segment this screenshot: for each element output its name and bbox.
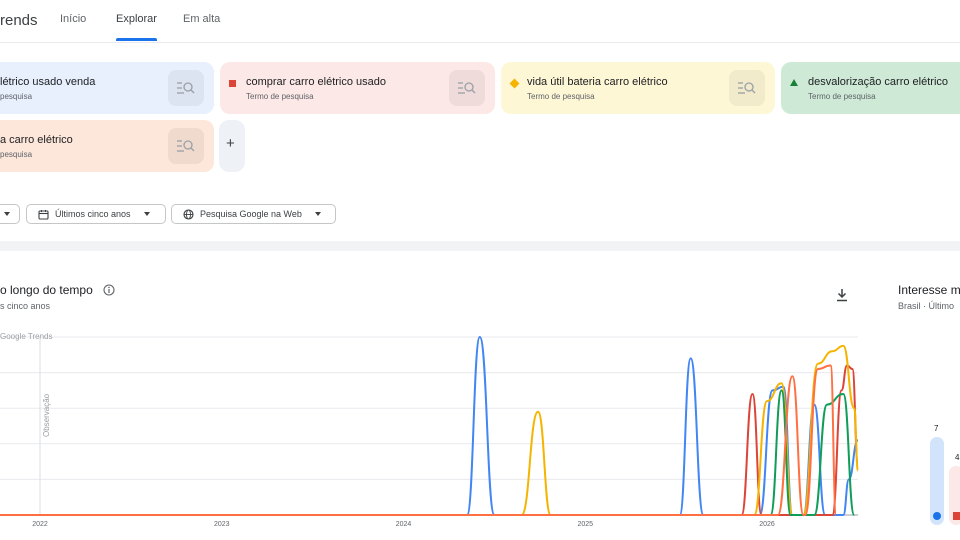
term-subtitle: Termo de pesquisa xyxy=(808,92,876,101)
tab-explorar[interactable]: Explorar xyxy=(116,13,157,25)
term-title: létrico usado venda xyxy=(0,76,96,88)
observation-label: Observação xyxy=(42,393,51,437)
time-range-label: Últimos cinco anos xyxy=(55,209,131,219)
interest-by-region-title: Interesse m xyxy=(898,283,960,297)
term-search-action[interactable] xyxy=(729,70,765,106)
term-title: desvalorização carro elétrico xyxy=(808,76,949,88)
x-tick-label: 2026 xyxy=(759,521,775,528)
interest-over-time-title: o longo do tempo xyxy=(0,283,93,297)
series-line-1 xyxy=(0,336,859,516)
search-list-icon xyxy=(177,140,195,152)
interest-over-time-subtitle: s cinco anos xyxy=(0,301,51,311)
search-property-label: Pesquisa Google na Web xyxy=(200,209,302,219)
caret-down-icon xyxy=(144,212,150,216)
x-tick-label: 2024 xyxy=(396,521,412,528)
caret-down-icon xyxy=(4,212,10,216)
term-card-3[interactable]: vida útil bateria carro elétrico Termo d… xyxy=(501,62,775,114)
x-tick-label: 2023 xyxy=(214,521,230,528)
chart-gridlines xyxy=(0,336,858,516)
section-divider xyxy=(0,241,960,251)
chart-x-ticks: 2022 2023 2024 2025 2026 xyxy=(32,521,775,528)
top-navigation: rends Início Explorar Em alta xyxy=(0,0,960,43)
search-list-icon xyxy=(738,82,756,94)
x-tick-label: 2025 xyxy=(577,521,593,528)
series-line-4 xyxy=(0,389,856,516)
caret-down-icon xyxy=(315,212,321,216)
series-line-5 xyxy=(0,364,838,516)
search-list-icon xyxy=(177,82,195,94)
term-card-5[interactable]: a carro elétrico pesquisa xyxy=(0,120,214,172)
series-line-3 xyxy=(0,344,859,517)
term-card-2[interactable]: comprar carro elétrico usado Termo de pe… xyxy=(220,62,495,114)
search-terms-area: létrico usado venda pesquisa comprar car… xyxy=(0,43,960,241)
interest-over-time-chart: Google Trends Observação 2022 2023 2024 202… xyxy=(0,332,859,528)
circle-marker-icon xyxy=(933,512,941,520)
term-card-4[interactable]: desvalorização carro elétrico Termo de p… xyxy=(781,62,960,114)
term-title: vida útil bateria carro elétrico xyxy=(527,76,668,88)
active-tab-indicator xyxy=(116,38,157,41)
calendar-icon xyxy=(38,210,49,220)
bar-value-red: 4 xyxy=(955,453,960,462)
info-icon[interactable] xyxy=(103,284,115,296)
x-tick-label: 2022 xyxy=(32,521,48,528)
search-list-icon xyxy=(458,82,476,94)
diamond-marker-icon xyxy=(509,78,520,89)
bar-value-blue: 7 xyxy=(934,424,939,433)
term-subtitle: Termo de pesquisa xyxy=(246,92,314,101)
app-brand[interactable]: rends xyxy=(0,12,38,29)
region-filter[interactable] xyxy=(0,204,20,224)
time-range-filter[interactable]: Últimos cinco anos xyxy=(26,204,166,224)
plus-icon: + xyxy=(226,135,235,152)
tab-inicio[interactable]: Início xyxy=(60,13,86,25)
term-subtitle: pesquisa xyxy=(0,150,33,159)
interest-by-region-subtitle: Brasil · Último xyxy=(898,301,955,311)
term-title: comprar carro elétrico usado xyxy=(246,76,387,88)
term-title: a carro elétrico xyxy=(0,134,73,146)
triangle-marker-icon xyxy=(790,79,798,86)
series-line-2 xyxy=(0,364,859,516)
tab-em-alta[interactable]: Em alta xyxy=(183,13,220,25)
term-card-1[interactable]: létrico usado venda pesquisa xyxy=(0,62,214,114)
square-marker-icon xyxy=(229,80,236,87)
chart-series xyxy=(0,336,859,517)
search-property-filter[interactable]: Pesquisa Google na Web xyxy=(171,204,336,224)
download-icon[interactable] xyxy=(835,288,849,302)
term-search-action[interactable] xyxy=(168,70,204,106)
term-subtitle: pesquisa xyxy=(0,92,33,101)
term-search-action[interactable] xyxy=(449,70,485,106)
chart-watermark: Google Trends xyxy=(0,332,52,341)
globe-icon xyxy=(183,209,194,220)
term-subtitle: Termo de pesquisa xyxy=(527,92,595,101)
term-search-action[interactable] xyxy=(168,128,204,164)
square-marker-icon xyxy=(953,512,960,520)
add-term-button[interactable]: + xyxy=(219,120,245,172)
